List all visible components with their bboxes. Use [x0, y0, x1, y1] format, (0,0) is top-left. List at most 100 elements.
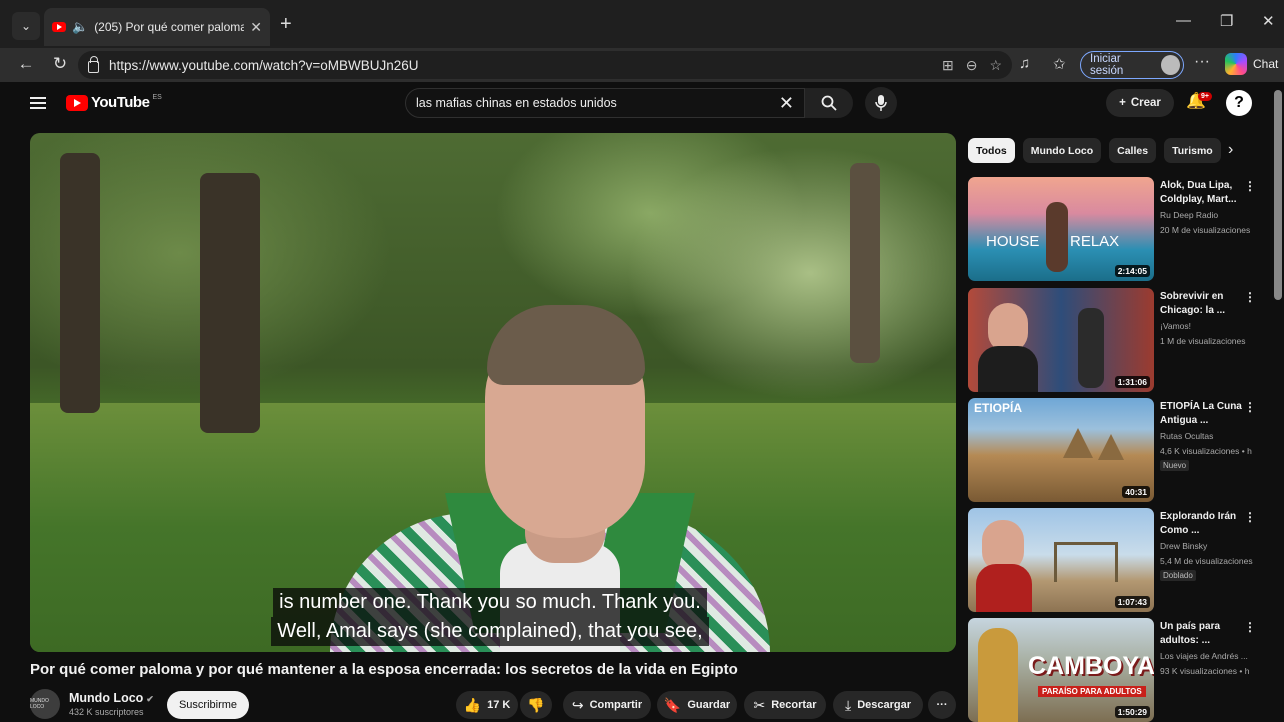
chip-turismo[interactable]: Turismo	[1164, 138, 1221, 163]
microphone-icon	[875, 95, 887, 111]
more-actions-button[interactable]: ···	[928, 691, 956, 719]
subscribe-button[interactable]: Suscribirme	[167, 691, 249, 719]
clip-label: Recortar	[771, 699, 817, 711]
chips-next-chevron-icon[interactable]: ›	[1228, 141, 1233, 159]
recommendation-channel[interactable]: Rutas Ocultas	[1160, 431, 1213, 441]
clear-search-icon[interactable]: ✕	[779, 93, 794, 114]
country-code: ES	[152, 94, 162, 101]
video-thumbnail[interactable]: ETIOPÍA 40:31	[968, 398, 1154, 502]
recommendation-channel[interactable]: Los viajes de Andrés ...	[1160, 651, 1248, 661]
browser-menu-dots-icon[interactable]: ···	[1194, 53, 1210, 71]
recommendation-item[interactable]: ETIOPÍA 40:31 ETIOPÍA La Cuna Antigua ..…	[968, 398, 1258, 502]
youtube-logo[interactable]: YouTube ES	[66, 94, 162, 111]
voice-search-button[interactable]	[865, 87, 897, 119]
chip-mundo-loco[interactable]: Mundo Loco	[1022, 138, 1102, 163]
thumbnail-text: HOUSE	[986, 233, 1040, 250]
recommendation-views: 1 M de visualizaciones	[1160, 336, 1246, 346]
share-button[interactable]: ↪ Compartir	[563, 691, 651, 719]
favorite-star-icon[interactable]: ☆	[989, 57, 1002, 74]
verified-icon: ✔	[146, 694, 154, 704]
video-thumbnail[interactable]: HOUSE RELAX 2:14:05	[968, 177, 1154, 281]
recommendation-title[interactable]: ETIOPÍA La Cuna Antigua ...	[1160, 400, 1242, 428]
youtube-header: YouTube ES las mafias chinas en estados …	[10, 82, 1272, 126]
profile-avatar-icon	[1160, 55, 1180, 75]
filter-chips: Todos Mundo Loco Calles Turismo	[968, 138, 1221, 163]
download-label: Descargar	[857, 699, 912, 711]
video-duration: 2:14:05	[1114, 265, 1150, 277]
recommendation-title[interactable]: Explorando Irán Como ...	[1160, 510, 1242, 538]
recommendation-item[interactable]: 1:31:06 Sobrevivir en Chicago: la ... ¡V…	[968, 288, 1258, 392]
thumbnail-gate	[1054, 542, 1118, 582]
more-vert-icon[interactable]: ⋮	[1244, 179, 1256, 193]
window-close-icon[interactable]: ✕	[1262, 12, 1275, 30]
minimize-icon[interactable]: —	[1176, 12, 1191, 29]
more-vert-icon[interactable]: ⋮	[1244, 400, 1256, 414]
page-scrollbar[interactable]	[1274, 90, 1282, 300]
favorites-icon[interactable]: ✩	[1053, 55, 1066, 73]
address-bar[interactable]: https://www.youtube.com/watch?v=oMBWBUJn…	[78, 51, 1012, 79]
app-available-icon[interactable]: ⊞	[942, 57, 954, 74]
download-button[interactable]: ⤓ Descargar	[833, 691, 923, 719]
video-thumbnail[interactable]: CAMBOYA PARAÍSO PARA ADULTOS 1:50:29	[968, 618, 1154, 722]
copilot-chat-button[interactable]: Chat	[1225, 53, 1278, 75]
save-button[interactable]: 🔖 Guardar	[657, 691, 737, 719]
search-button[interactable]	[805, 88, 853, 118]
logo-text: YouTube	[91, 94, 150, 111]
thumbnail-figure	[1046, 202, 1068, 272]
speaker-icon[interactable]: 🔈	[72, 19, 88, 35]
create-button[interactable]: + Crear	[1106, 89, 1174, 117]
video-thumbnail[interactable]: 1:31:06	[968, 288, 1154, 392]
like-count: 17 K	[487, 699, 511, 711]
clip-button[interactable]: ✂ Recortar	[744, 691, 826, 719]
share-label: Compartir	[589, 699, 643, 711]
like-button[interactable]: 👍 17 K	[456, 691, 518, 719]
subscriber-count: 432 K suscriptores	[69, 707, 144, 717]
browser-tab[interactable]: 🔈 (205) Por qué comer paloma y por qué m…	[44, 8, 270, 46]
recommendation-item[interactable]: CAMBOYA PARAÍSO PARA ADULTOS 1:50:29 Un …	[968, 618, 1258, 722]
account-avatar[interactable]: ?	[1226, 90, 1252, 116]
tree-trunk	[850, 163, 880, 363]
recommendation-views: 5,4 M de visualizaciones	[1160, 556, 1253, 566]
search-query[interactable]: las mafias chinas en estados unidos	[416, 96, 779, 110]
restore-icon[interactable]: ❐	[1220, 12, 1233, 30]
recommendation-title[interactable]: Sobrevivir en Chicago: la ...	[1160, 290, 1242, 318]
tab-list-chevron-icon[interactable]: ⌄	[12, 12, 40, 40]
recommendation-channel[interactable]: Drew Binsky	[1160, 541, 1207, 551]
zoom-icon[interactable]: ⊖	[966, 57, 978, 74]
browser-window: ⌄ 🔈 (205) Por qué comer paloma y por qué…	[0, 0, 1284, 722]
caption-line-1: is number one. Thank you so much. Thank …	[273, 588, 707, 617]
hamburger-menu-icon[interactable]	[30, 97, 46, 109]
search-input[interactable]: las mafias chinas en estados unidos ✕	[405, 88, 805, 118]
recommendation-channel[interactable]: Ru Deep Radio	[1160, 210, 1218, 220]
video-player[interactable]: is number one. Thank you so much. Thank …	[30, 133, 956, 652]
tab-close-icon[interactable]: ✕	[250, 19, 262, 36]
new-tab-plus-icon[interactable]: +	[280, 12, 292, 36]
address-toolbar: ← ↻ https://www.youtube.com/watch?v=oMBW…	[0, 48, 1284, 82]
recommendation-channel[interactable]: ¡Vamos!	[1160, 321, 1191, 331]
recommendation-item[interactable]: HOUSE RELAX 2:14:05 Alok, Dua Lipa, Cold…	[968, 177, 1258, 281]
more-vert-icon[interactable]: ⋮	[1244, 620, 1256, 634]
more-vert-icon[interactable]: ⋮	[1244, 290, 1256, 304]
thumbnail-figure	[978, 346, 1038, 392]
recommendation-item[interactable]: 1:07:43 Explorando Irán Como ... Drew Bi…	[968, 508, 1258, 612]
signin-label: Iniciar sesión	[1090, 53, 1124, 77]
channel-name-text[interactable]: Mundo Loco	[69, 691, 143, 705]
extensions-icon[interactable]: ♫	[1019, 55, 1030, 72]
chip-todos[interactable]: Todos	[968, 138, 1015, 163]
video-thumbnail[interactable]: 1:07:43	[968, 508, 1154, 612]
lock-icon[interactable]	[88, 55, 99, 73]
url-text[interactable]: https://www.youtube.com/watch?v=oMBWBUJn…	[109, 58, 932, 73]
recommendation-views: 20 M de visualizaciones	[1160, 225, 1251, 235]
signin-button[interactable]: Iniciar sesión	[1080, 51, 1184, 79]
more-vert-icon[interactable]: ⋮	[1244, 510, 1256, 524]
reload-icon[interactable]: ↻	[49, 54, 71, 74]
recommendation-title[interactable]: Un país para adultos: ...	[1160, 620, 1242, 648]
recommendation-title[interactable]: Alok, Dua Lipa, Coldplay, Mart...	[1160, 179, 1242, 207]
video-duration: 1:50:29	[1114, 706, 1150, 718]
back-arrow-icon[interactable]: ←	[15, 54, 37, 74]
channel-name[interactable]: Mundo Loco ✔	[69, 691, 154, 705]
thumbnail-hut	[1063, 428, 1093, 458]
chip-calles[interactable]: Calles	[1109, 138, 1157, 163]
dislike-button[interactable]: 👎	[520, 691, 552, 719]
channel-avatar[interactable]: MUNDO LOCO	[30, 689, 60, 719]
